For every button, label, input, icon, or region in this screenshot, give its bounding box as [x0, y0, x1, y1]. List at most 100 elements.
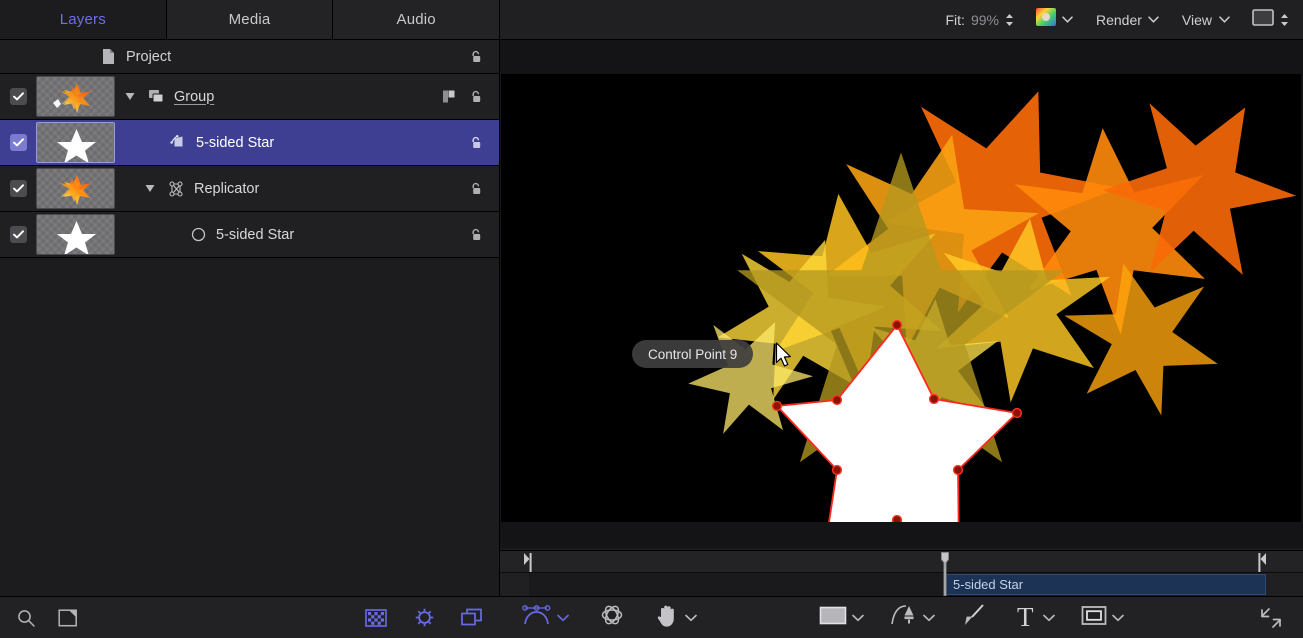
chevron-down-icon[interactable] [557, 612, 569, 624]
render-label: Render [1096, 12, 1142, 28]
canvas-background-control[interactable] [1252, 9, 1289, 31]
document-icon [98, 47, 118, 67]
chevron-down-icon[interactable] [852, 612, 864, 624]
layer-row-project[interactable]: Project [0, 40, 499, 74]
layer-row-replicator[interactable]: Replicator [0, 166, 499, 212]
checkbox-cell [0, 88, 36, 105]
three-d-transform-tool[interactable] [599, 602, 625, 633]
canvas-panel: Fit: 99% [500, 0, 1303, 638]
layer-row-5-sided-star-nested[interactable]: 5-sided Star [0, 212, 499, 258]
hand-icon [655, 602, 680, 633]
disclosure-triangle-icon[interactable] [122, 89, 138, 105]
thumbnail-cell [36, 214, 122, 255]
mask-icon[interactable] [441, 88, 459, 106]
bezier-icon [522, 602, 552, 633]
chevron-down-icon[interactable] [923, 612, 935, 624]
row-right-icons [467, 226, 499, 244]
row-right-icons [467, 48, 499, 66]
timeline-track[interactable]: 5-sided Star [500, 573, 1303, 596]
layer-visibility-checkbox[interactable] [10, 134, 27, 151]
timeline-clip-5-sided-star[interactable]: 5-sided Star [944, 574, 1266, 595]
chevron-down-icon[interactable] [1043, 612, 1055, 624]
frame-tool[interactable] [1081, 605, 1124, 631]
motion-app-window: Layers Media Audio Project [0, 0, 1303, 638]
resize-diagonal-icon[interactable] [1259, 606, 1283, 630]
render-menu[interactable]: Render [1096, 12, 1160, 28]
stepper-icon[interactable] [1280, 13, 1289, 27]
layer-visibility-checkbox[interactable] [10, 88, 27, 105]
tab-layers[interactable]: Layers [0, 0, 167, 39]
layer-thumbnail-burst [36, 168, 115, 209]
left-tools [0, 606, 80, 630]
circle-icon [188, 225, 208, 245]
background-rect-icon [1252, 9, 1274, 31]
out-point-marker[interactable] [1257, 553, 1266, 572]
row-right-icons [441, 88, 499, 106]
row-right-icons [467, 134, 499, 152]
unlocked-icon[interactable] [467, 226, 485, 244]
shape-tool[interactable] [819, 605, 864, 631]
tab-media-label: Media [229, 11, 271, 28]
mini-timeline[interactable]: 5-sided Star [500, 550, 1303, 596]
add-layer-icon[interactable] [56, 606, 80, 630]
tab-audio[interactable]: Audio [333, 0, 499, 39]
canvas-top-toolbar: Fit: 99% [500, 0, 1303, 40]
layer-thumbnail-star [36, 122, 115, 163]
canvas-artwork [501, 74, 1301, 522]
chevron-down-icon[interactable] [685, 612, 697, 624]
paint-tool[interactable] [961, 602, 987, 633]
layer-label: 5-sided Star [216, 227, 294, 243]
fit-zoom-control[interactable]: Fit: 99% [946, 12, 1014, 28]
bezier-transform-tool[interactable] [522, 602, 569, 633]
search-icon[interactable] [14, 606, 38, 630]
text-tool[interactable]: T [1017, 604, 1055, 631]
chevron-down-icon[interactable] [1062, 14, 1074, 26]
text-t-icon: T [1017, 604, 1034, 631]
unlocked-icon[interactable] [467, 134, 485, 152]
checkbox-cell [0, 226, 36, 243]
gear-icon[interactable] [412, 606, 436, 630]
checkbox-cell [0, 134, 36, 151]
mask-tool[interactable] [890, 602, 935, 633]
timeline-ruler[interactable] [500, 550, 1303, 573]
pen-mask-icon [890, 602, 918, 633]
tab-audio-label: Audio [396, 11, 435, 28]
checkbox-cell [0, 180, 36, 197]
layer-name-cell: Project [98, 47, 467, 67]
chevron-down-icon[interactable] [1148, 14, 1160, 26]
thumbnail-cell [36, 76, 122, 117]
layer-label: Project [126, 49, 171, 65]
unlocked-icon[interactable] [467, 48, 485, 66]
disclosure-triangle-icon[interactable] [142, 181, 158, 197]
stepper-icon[interactable] [1005, 13, 1014, 27]
layer-label[interactable]: Group [174, 89, 214, 105]
viewer-canvas[interactable]: Control Point 9 [501, 74, 1301, 522]
unlocked-icon[interactable] [467, 88, 485, 106]
row-right-icons [467, 180, 499, 198]
in-point-marker[interactable] [524, 553, 533, 572]
fit-value: 99% [971, 12, 999, 28]
pan-tool[interactable] [655, 602, 697, 633]
layer-label: Replicator [194, 181, 259, 197]
layer-visibility-checkbox[interactable] [10, 180, 27, 197]
tab-media[interactable]: Media [167, 0, 334, 39]
canvas-bottom-toolbar: T [500, 596, 1303, 638]
layer-visibility-checkbox[interactable] [10, 226, 27, 243]
chevron-down-icon[interactable] [1218, 14, 1230, 26]
view-menu[interactable]: View [1182, 12, 1230, 28]
control-point-tooltip: Control Point 9 [632, 340, 753, 368]
unlocked-icon[interactable] [467, 180, 485, 198]
layer-name-cell: Replicator [122, 179, 467, 199]
thumbnail-cell [36, 168, 122, 209]
playhead-marker[interactable] [940, 551, 950, 596]
right-tools [364, 606, 500, 630]
layer-row-group[interactable]: Group [0, 74, 499, 120]
checkerboard-icon[interactable] [364, 606, 388, 630]
chevron-down-icon[interactable] [1112, 612, 1124, 624]
layer-row-5-sided-star-selected[interactable]: 5-sided Star [0, 120, 499, 166]
canvas-area: Control Point 9 [500, 40, 1303, 548]
channel-view-control[interactable] [1036, 8, 1074, 31]
fit-label: Fit: [946, 12, 965, 28]
layers-stack-icon[interactable] [460, 606, 484, 630]
layers-panel-bottom-toolbar [0, 596, 500, 638]
